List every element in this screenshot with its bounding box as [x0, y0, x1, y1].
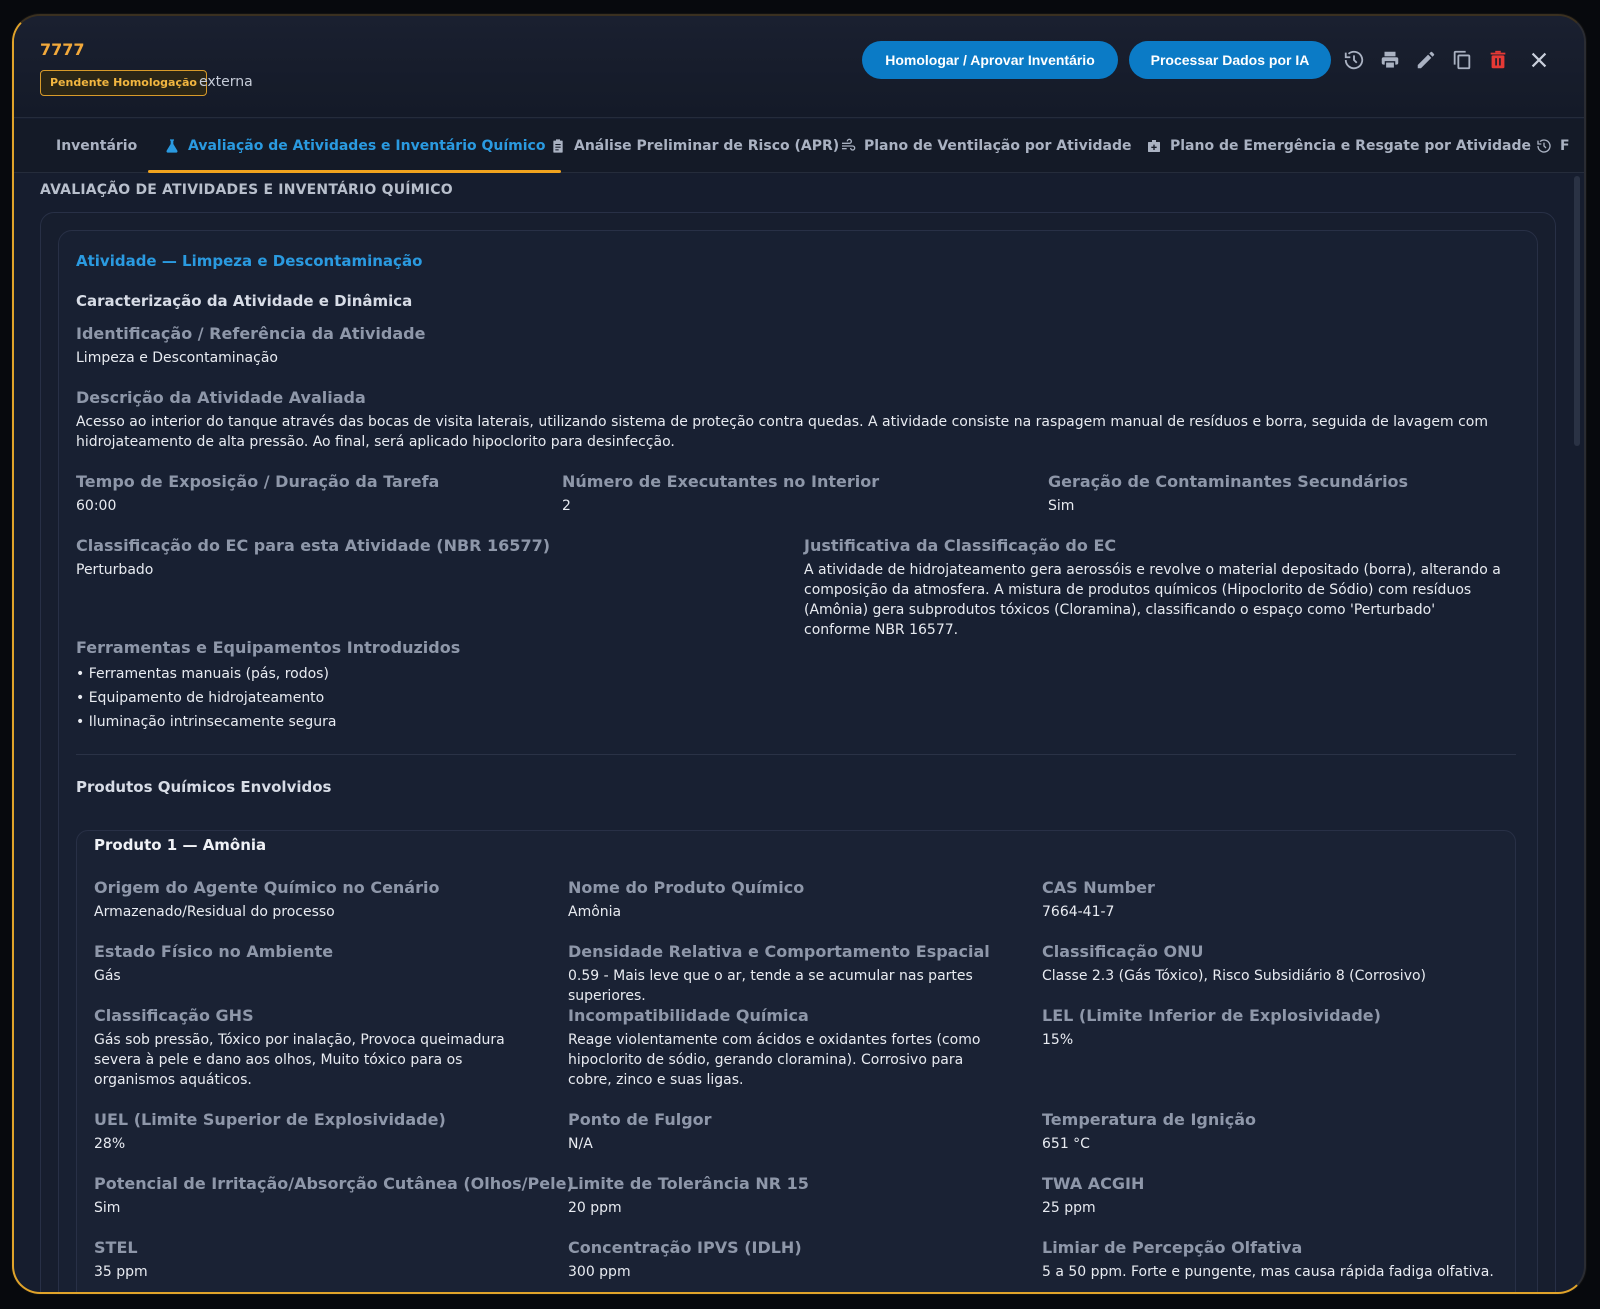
field-label: Número de Executantes no Interior: [562, 472, 880, 491]
product-field-value: Gás: [94, 968, 121, 984]
product-field-value: 28%: [94, 1136, 126, 1152]
field-label: Justificativa da Classificação do EC: [804, 536, 1117, 555]
product-field-value: 25 ppm: [1042, 1200, 1096, 1216]
product-field-value: 15%: [1042, 1032, 1074, 1048]
approve-inventory-button[interactable]: Homologar / Aprovar Inventário: [862, 41, 1118, 79]
field-value: Limpeza e Descontaminação: [76, 350, 278, 366]
product-field-label: Incompatibilidade Química: [568, 1006, 809, 1025]
product-field-label: Limiar de Percepção Olfativa: [1042, 1238, 1303, 1257]
product-field-label: Nome do Produto Químico: [568, 878, 805, 897]
inventory-type: externa: [199, 74, 253, 90]
field-value: 2: [562, 498, 571, 514]
product-field-value: Armazenado/Residual do processo: [94, 904, 335, 920]
list-item: • Iluminação intrinsecamente segura: [76, 714, 337, 730]
modal-header: 7777 Pendente Homologação externa Homolo…: [14, 16, 1584, 118]
product-field-value: Sim: [94, 1200, 121, 1216]
field-label: Identificação / Referência da Atividade: [76, 324, 426, 343]
product-field-value: N/A: [568, 1136, 593, 1152]
product-field-label: Limite de Tolerância NR 15: [568, 1174, 809, 1193]
product-field-value: 35 ppm: [94, 1264, 148, 1280]
process-ai-button[interactable]: Processar Dados por IA: [1129, 41, 1331, 79]
clipboard-icon: [553, 139, 563, 153]
product-field-label: UEL (Limite Superior de Explosividade): [94, 1110, 446, 1129]
wind-icon: [842, 138, 856, 151]
tab-avaliacao-atividades[interactable]: Avaliação de Atividades e Inventário Quí…: [147, 119, 562, 173]
field-label: Geração de Contaminantes Secundários: [1048, 472, 1409, 491]
product-field-value: Amônia: [568, 904, 622, 920]
product-field-value: 300 ppm: [568, 1264, 631, 1280]
tab-historico[interactable]: F: [1536, 119, 1570, 173]
field-value: 60:00: [76, 498, 117, 514]
flask-icon: [166, 139, 178, 153]
copy-icon[interactable]: [1448, 46, 1476, 74]
product-field-value: 651 °C: [1042, 1136, 1090, 1152]
divider: [76, 754, 1516, 755]
product-field-label: Origem do Agente Químico no Cenário: [94, 878, 440, 897]
tab-apr[interactable]: Análise Preliminar de Risco (APR): [550, 119, 839, 173]
tab-label: F: [1560, 138, 1570, 154]
history-icon: [1537, 139, 1551, 153]
product-field-value: Classe 2.3 (Gás Tóxico), Risco Subsidiár…: [1042, 968, 1427, 984]
product-field-value: 20 ppm: [568, 1200, 622, 1216]
section-title: AVALIAÇÃO DE ATIVIDADES E INVENTÁRIO QUÍ…: [40, 182, 453, 198]
tab-label: Análise Preliminar de Risco (APR): [574, 138, 840, 154]
medical-kit-icon: [1148, 140, 1160, 152]
product-field-value: 0.59 - Mais leve que o ar, tende a se ac…: [568, 968, 973, 1004]
product-field-label: CAS Number: [1042, 878, 1155, 897]
tab-label: Avaliação de Atividades e Inventário Quí…: [188, 138, 546, 154]
product-field-label: Ponto de Fulgor: [568, 1110, 712, 1129]
list-item: • Ferramentas manuais (pás, rodos): [76, 666, 329, 682]
product-field-value: 5 a 50 ppm. Forte e pungente, mas causa …: [1042, 1264, 1494, 1280]
tab-label: Plano de Ventilação por Atividade: [864, 138, 1132, 154]
product-field-label: STEL: [94, 1238, 138, 1257]
list-item: • Equipamento de hidrojateamento: [76, 690, 325, 706]
chemicals-title: Produtos Químicos Envolvidos: [76, 778, 332, 796]
field-value: A atividade de hidrojateamento gera aero…: [804, 562, 1501, 638]
print-icon[interactable]: [1376, 46, 1404, 74]
close-icon[interactable]: [1525, 46, 1553, 74]
product-field-value: Reage violentamente com ácidos e oxidant…: [568, 1032, 981, 1088]
tab-label: Plano de Emergência e Resgate por Ativid…: [1170, 138, 1531, 154]
product-field-label: Classificação ONU: [1042, 942, 1204, 961]
field-value: Perturbado: [76, 562, 154, 578]
inventory-code: 7777: [40, 40, 85, 59]
status-badge: Pendente Homologação: [40, 70, 207, 96]
tab-ventilacao[interactable]: Plano de Ventilação por Atividade: [840, 119, 1132, 173]
scrollbar[interactable]: [1574, 176, 1580, 446]
field-label: Descrição da Atividade Avaliada: [76, 388, 366, 407]
product-field-label: LEL (Limite Inferior de Explosividade): [1042, 1006, 1381, 1025]
product-field-label: Densidade Relativa e Comportamento Espac…: [568, 942, 990, 961]
product-field-label: Estado Físico no Ambiente: [94, 942, 334, 961]
field-label: Tempo de Exposição / Duração da Tarefa: [76, 472, 440, 491]
activity-subtitle: Caracterização da Atividade e Dinâmica: [76, 292, 413, 310]
tab-inventario[interactable]: Inventário: [56, 119, 137, 173]
product-field-label: TWA ACGIH: [1042, 1174, 1145, 1193]
product-field-value: Gás sob pressão, Tóxico por inalação, Pr…: [94, 1032, 505, 1088]
product-field-label: Temperatura de Ignição: [1042, 1110, 1257, 1129]
activity-title: Atividade — Limpeza e Descontaminação: [76, 252, 423, 270]
product-title: Produto 1 — Amônia: [94, 836, 267, 854]
tab-label: Inventário: [56, 138, 138, 154]
field-value: Sim: [1048, 498, 1075, 514]
field-label: Classificação do EC para esta Atividade …: [76, 536, 551, 555]
edit-icon[interactable]: [1412, 46, 1440, 74]
field-label: Ferramentas e Equipamentos Introduzidos: [76, 638, 461, 657]
tab-emergencia[interactable]: Plano de Emergência e Resgate por Ativid…: [1146, 119, 1531, 173]
product-field-value: 7664-41-7: [1042, 904, 1115, 920]
history-icon[interactable]: [1340, 46, 1368, 74]
tab-bar: Inventário Avaliação de Atividades e Inv…: [14, 119, 1584, 173]
product-field-label: Potencial de Irritação/Absorção Cutânea …: [94, 1174, 574, 1193]
delete-icon[interactable]: [1484, 46, 1512, 74]
inventory-modal: 7777 Pendente Homologação externa Homolo…: [12, 14, 1586, 1294]
product-field-label: Concentração IPVS (IDLH): [568, 1238, 802, 1257]
product-field-label: Classificação GHS: [94, 1006, 254, 1025]
field-value: Acesso ao interior do tanque através das…: [76, 414, 1488, 450]
